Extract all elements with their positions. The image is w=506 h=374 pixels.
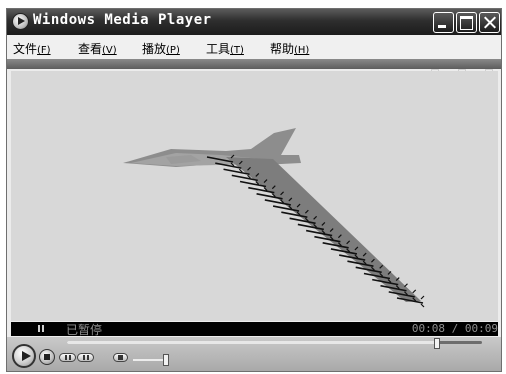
pause-icon (38, 325, 44, 332)
maximize-button[interactable] (456, 12, 477, 33)
video-frame (123, 128, 425, 308)
menu-help-shortcut: (H) (294, 45, 310, 56)
transport-controls (7, 337, 501, 371)
video-area[interactable] (11, 71, 498, 321)
seek-progress (67, 341, 436, 344)
menu-tools-shortcut: (T) (230, 45, 244, 56)
status-bar: 已暂停 00:08 / 00:09 (11, 322, 498, 337)
menu-bar: 文件(F) 查看(V) 播放(P) 工具(T) 帮助(H) (7, 35, 501, 59)
stop-button[interactable] (39, 349, 55, 365)
next-track-button[interactable] (77, 353, 94, 362)
previous-track-button[interactable] (59, 353, 76, 362)
menu-tools[interactable]: 工具(T) (206, 40, 244, 57)
menu-view[interactable]: 查看(V) (78, 40, 117, 57)
play-button[interactable] (12, 344, 36, 368)
menu-file-label: 文件 (13, 42, 38, 56)
volume-thumb[interactable] (162, 354, 169, 366)
title-bar[interactable]: Windows Media Player (7, 9, 501, 35)
menu-play[interactable]: 播放(P) (142, 40, 180, 57)
mute-button[interactable] (113, 353, 128, 362)
seek-thumb[interactable] (433, 338, 440, 349)
seek-bar[interactable] (67, 338, 482, 349)
menu-play-shortcut: (P) (166, 45, 180, 56)
close-button[interactable] (479, 12, 500, 33)
media-player-logo-icon (12, 13, 29, 30)
minimize-button[interactable] (433, 12, 454, 33)
volume-slider[interactable] (133, 354, 169, 366)
volume-level (133, 359, 165, 361)
menu-view-shortcut: (V) (102, 45, 117, 56)
menu-help-label: 帮助 (270, 42, 295, 56)
menu-help[interactable]: 帮助(H) (270, 40, 309, 57)
menu-file-shortcut: (F) (37, 45, 51, 56)
menu-file[interactable]: 文件(F) (13, 40, 51, 57)
menu-play-label: 播放 (142, 42, 167, 56)
toolbar-strip (7, 59, 501, 75)
time-readout: 00:08 / 00:09 (411, 322, 498, 335)
missile-fin (420, 295, 425, 308)
window-title: Windows Media Player (33, 12, 212, 28)
strip-icons (417, 60, 493, 75)
playback-status: 已暂停 (66, 323, 103, 337)
menu-tools-label: 工具 (206, 42, 231, 56)
media-player-window: Windows Media Player 文件(F) 查看(V) 播放(P) 工… (6, 8, 502, 372)
menu-view-label: 查看 (78, 42, 103, 56)
